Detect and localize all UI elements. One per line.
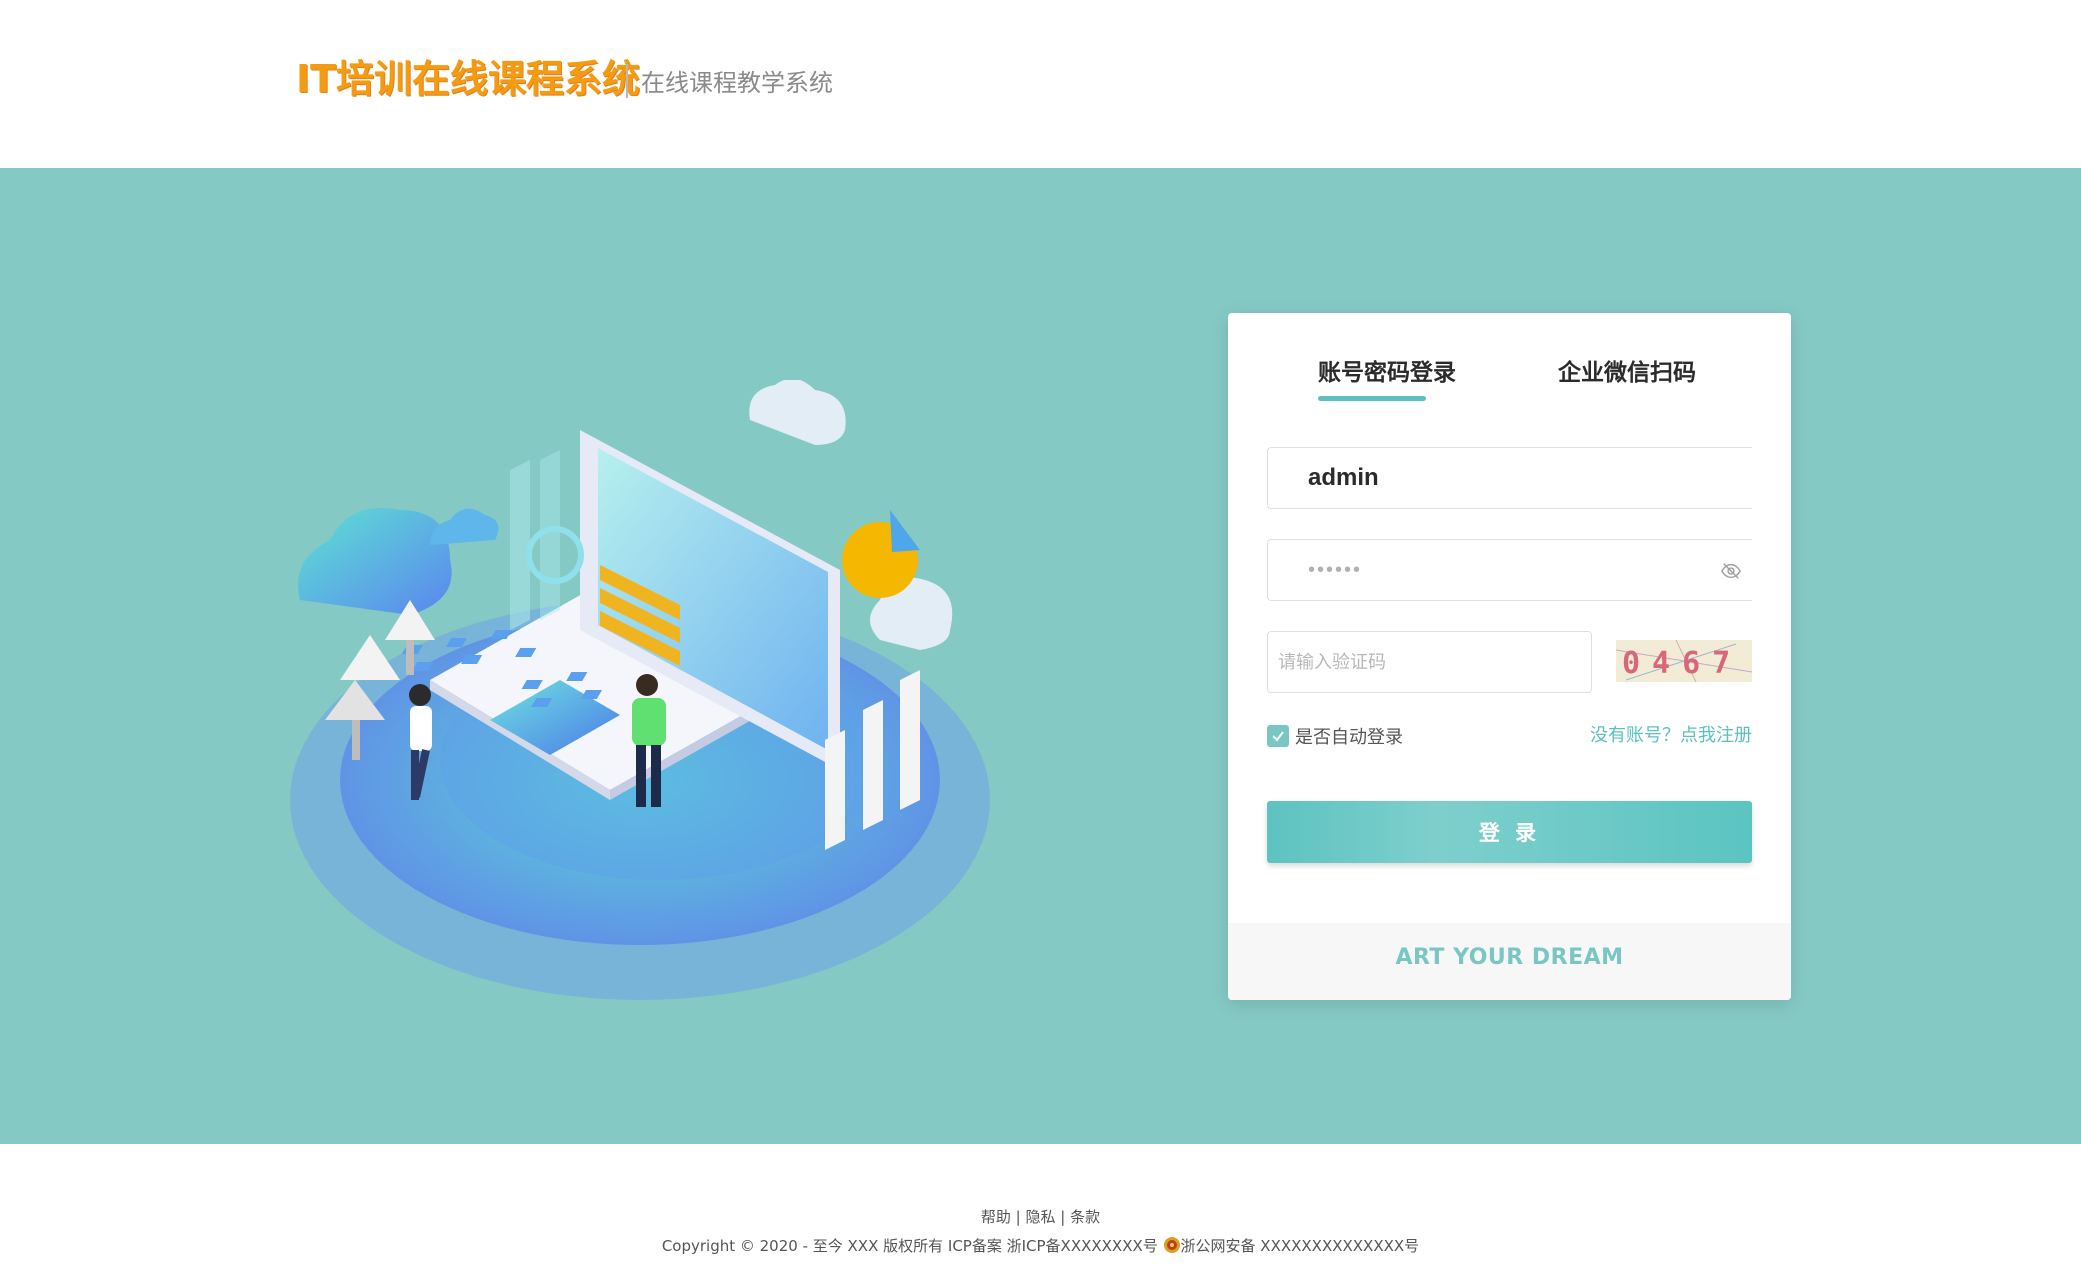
card-footer: ART YOUR DREAM: [1228, 923, 1791, 1000]
holo-panel: [510, 460, 530, 630]
remember-checkbox[interactable]: [1267, 725, 1289, 747]
cloud-top: [749, 380, 846, 445]
bar-column: [825, 730, 845, 850]
footer-links: 帮助 | 隐私 | 条款: [0, 1206, 2081, 1227]
bar-column: [863, 700, 883, 830]
register-link[interactable]: 没有账号？点我注册: [1590, 724, 1752, 748]
username-input[interactable]: [1268, 448, 1752, 508]
copyright-text: Copyright © 2020 - 至今 XXX 版权所有 ICP备案 浙IC…: [661, 1237, 1163, 1255]
tree-trunk: [406, 640, 414, 675]
password-input[interactable]: [1268, 540, 1752, 600]
footer-separator: |: [1010, 1208, 1026, 1226]
page-header: IT培训在线课程系统 在线课程教学系统: [0, 0, 2081, 168]
remember-me[interactable]: 是否自动登录: [1267, 724, 1403, 748]
check-icon: [1272, 731, 1284, 742]
slogan-text: ART YOUR DREAM: [1395, 945, 1624, 970]
tree-trunk: [352, 720, 360, 760]
eye-off-icon[interactable]: [1720, 560, 1742, 582]
login-card: 账号密码登录 企业微信扫码 0467 是否自动登录 没有账号？点我注册 登 录 …: [1228, 313, 1791, 1000]
captcha-text: 0467: [1622, 646, 1742, 681]
tab-wechat-scan[interactable]: 企业微信扫码: [1558, 353, 1696, 393]
copyright: Copyright © 2020 - 至今 XXX 版权所有 ICP备案 浙IC…: [0, 1235, 2081, 1256]
tab-account-password[interactable]: 账号密码登录: [1318, 353, 1456, 393]
active-tab-indicator: [1318, 396, 1426, 401]
police-badge-icon: [1163, 1237, 1180, 1253]
police-record-link[interactable]: 浙公网安备 XXXXXXXXXXXXXX号: [1181, 1237, 1420, 1255]
footer-link-privacy[interactable]: 隐私: [1025, 1208, 1055, 1226]
cloud-left: [298, 508, 452, 615]
bar-column: [900, 670, 920, 810]
pie-slice-decor: [890, 510, 920, 552]
cloud-small: [430, 508, 499, 545]
captcha-field: [1267, 631, 1592, 693]
footer-link-terms[interactable]: 条款: [1070, 1208, 1100, 1226]
footer-separator: |: [1055, 1208, 1071, 1226]
login-tabs: 账号密码登录 企业微信扫码: [1228, 353, 1791, 413]
logo-title[interactable]: IT培训在线课程系统: [296, 54, 640, 104]
login-button[interactable]: 登 录: [1267, 801, 1752, 863]
password-field: [1267, 539, 1752, 601]
tree: [340, 635, 400, 680]
footer-link-help[interactable]: 帮助: [981, 1208, 1011, 1226]
captcha-input[interactable]: [1268, 632, 1591, 692]
remember-label: 是否自动登录: [1295, 727, 1403, 748]
laptop-illustration: [290, 380, 990, 1000]
username-field: [1267, 447, 1752, 509]
logo-divider: [626, 64, 628, 98]
logo-subtitle: 在线课程教学系统: [641, 69, 833, 97]
captcha-image[interactable]: 0467: [1616, 640, 1752, 682]
